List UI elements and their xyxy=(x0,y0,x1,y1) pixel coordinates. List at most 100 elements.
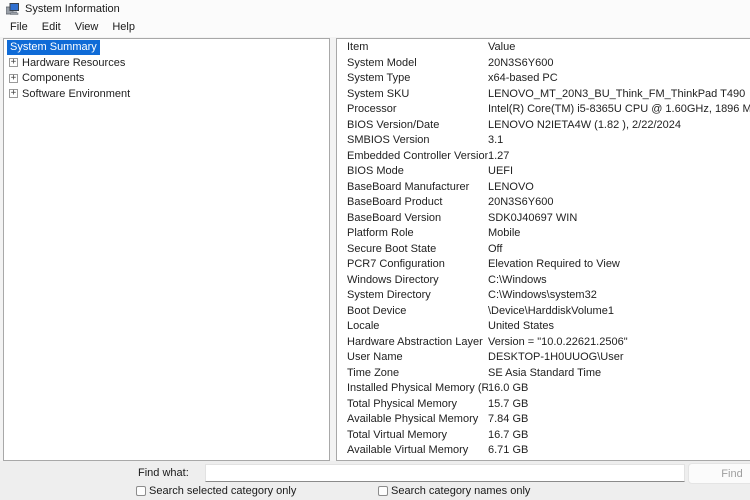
tree-item-label: Software Environment xyxy=(22,88,130,100)
table-row[interactable]: Secure Boot StateOff xyxy=(337,242,750,258)
tree-item-system-summary[interactable]: System Summary xyxy=(7,40,100,55)
value-cell: Version = "10.0.22621.2506" xyxy=(488,335,750,351)
item-cell: Windows Directory xyxy=(347,273,488,289)
value-cell: LENOVO N2IETA4W (1.82 ), 2/22/2024 xyxy=(488,118,750,134)
table-row[interactable]: Time ZoneSE Asia Standard Time xyxy=(337,366,750,382)
menu-item-help[interactable]: Help xyxy=(105,19,142,35)
table-row[interactable]: BIOS ModeUEFI xyxy=(337,164,750,180)
table-row[interactable]: Windows DirectoryC:\Windows xyxy=(337,273,750,289)
table-row[interactable]: BaseBoard VersionSDK0J40697 WIN xyxy=(337,211,750,227)
item-cell: BIOS Version/Date xyxy=(347,118,488,134)
value-cell: 20N3S6Y600 xyxy=(488,56,750,72)
item-cell: BaseBoard Manufacturer xyxy=(347,180,488,196)
item-cell: Total Virtual Memory xyxy=(347,428,488,444)
expand-plus-icon[interactable]: + xyxy=(9,89,18,98)
table-row[interactable]: User NameDESKTOP-1H0UUOG\User xyxy=(337,350,750,366)
value-cell: Intel(R) Core(TM) i5-8365U CPU @ 1.60GHz… xyxy=(488,102,750,118)
item-cell: User Name xyxy=(347,350,488,366)
table-row[interactable]: ProcessorIntel(R) Core(TM) i5-8365U CPU … xyxy=(337,102,750,118)
value-cell: C:\Windows\system32 xyxy=(488,288,750,304)
details-rows: System Model20N3S6Y600System Typex64-bas… xyxy=(337,56,750,459)
tree-item-software-environment[interactable]: + Software Environment xyxy=(4,86,329,102)
table-row[interactable]: LocaleUnited States xyxy=(337,319,750,335)
value-cell: \Device\HarddiskVolume1 xyxy=(488,304,750,320)
item-cell: System Model xyxy=(347,56,488,72)
table-row[interactable]: BIOS Version/DateLENOVO N2IETA4W (1.82 )… xyxy=(337,118,750,134)
search-selected-category-label: Search selected category only xyxy=(149,485,296,497)
window-title: System Information xyxy=(25,3,120,15)
find-input[interactable] xyxy=(205,464,685,482)
item-cell: Embedded Controller Version xyxy=(347,149,488,165)
value-cell: Elevation Required to View xyxy=(488,257,750,273)
value-cell: x64-based PC xyxy=(488,71,750,87)
table-row[interactable]: System DirectoryC:\Windows\system32 xyxy=(337,288,750,304)
table-row[interactable]: Embedded Controller Version1.27 xyxy=(337,149,750,165)
menu-item-file[interactable]: File xyxy=(3,19,35,35)
value-cell: DESKTOP-1H0UUOG\User xyxy=(488,350,750,366)
table-row[interactable]: BaseBoard ManufacturerLENOVO xyxy=(337,180,750,196)
title-bar: System Information xyxy=(0,0,750,17)
table-row[interactable]: System Model20N3S6Y600 xyxy=(337,56,750,72)
table-row[interactable]: Total Virtual Memory16.7 GB xyxy=(337,428,750,444)
item-cell: Available Physical Memory xyxy=(347,412,488,428)
item-cell: BaseBoard Version xyxy=(347,211,488,227)
item-cell: Hardware Abstraction Layer xyxy=(347,335,488,351)
value-cell: LENOVO_MT_20N3_BU_Think_FM_ThinkPad T490 xyxy=(488,87,750,103)
table-row[interactable]: Platform RoleMobile xyxy=(337,226,750,242)
table-row[interactable]: Installed Physical Memory (RA...16.0 GB xyxy=(337,381,750,397)
table-row[interactable]: BaseBoard Product20N3S6Y600 xyxy=(337,195,750,211)
table-row[interactable]: System Typex64-based PC xyxy=(337,71,750,87)
table-row[interactable]: Available Physical Memory7.84 GB xyxy=(337,412,750,428)
item-cell: Platform Role xyxy=(347,226,488,242)
item-cell: Secure Boot State xyxy=(347,242,488,258)
search-selected-category-checkbox[interactable]: Search selected category only xyxy=(136,485,296,497)
table-row[interactable]: SMBIOS Version3.1 xyxy=(337,133,750,149)
expand-plus-icon[interactable]: + xyxy=(9,74,18,83)
value-cell: Mobile xyxy=(488,226,750,242)
find-button[interactable]: Find xyxy=(688,463,750,484)
item-cell: Locale xyxy=(347,319,488,335)
value-cell: C:\Windows xyxy=(488,273,750,289)
value-cell: United States xyxy=(488,319,750,335)
item-cell: Total Physical Memory xyxy=(347,397,488,413)
table-row[interactable]: System SKULENOVO_MT_20N3_BU_Think_FM_Thi… xyxy=(337,87,750,103)
expand-plus-icon[interactable]: + xyxy=(9,58,18,67)
menu-bar: FileEditViewHelp xyxy=(0,17,750,37)
value-cell: 1.27 xyxy=(488,149,750,165)
value-cell: SDK0J40697 WIN xyxy=(488,211,750,227)
column-header-item[interactable]: Item xyxy=(347,40,488,56)
column-header-value[interactable]: Value xyxy=(488,40,750,56)
details-header-row: Item Value xyxy=(337,40,750,56)
item-cell: Processor xyxy=(347,102,488,118)
tree-children: +Hardware Resources+Components+Software … xyxy=(4,55,329,102)
category-tree-panel: System Summary +Hardware Resources+Compo… xyxy=(3,38,330,461)
item-cell: Boot Device xyxy=(347,304,488,320)
value-cell: 3.1 xyxy=(488,133,750,149)
item-cell: Available Virtual Memory xyxy=(347,443,488,459)
search-category-names-checkbox[interactable]: Search category names only xyxy=(378,485,530,497)
checkbox-icon[interactable] xyxy=(136,486,146,496)
item-cell: SMBIOS Version xyxy=(347,133,488,149)
item-cell: Installed Physical Memory (RA... xyxy=(347,381,488,397)
find-bar: Find what: Find Search selected category… xyxy=(0,461,750,500)
menu-item-edit[interactable]: Edit xyxy=(35,19,68,35)
value-cell: 15.7 GB xyxy=(488,397,750,413)
table-row[interactable]: Boot Device\Device\HarddiskVolume1 xyxy=(337,304,750,320)
checkbox-icon[interactable] xyxy=(378,486,388,496)
details-panel: Item Value System Model20N3S6Y600System … xyxy=(336,38,750,461)
value-cell: Off xyxy=(488,242,750,258)
system-information-icon xyxy=(6,3,19,15)
tree-item-label: Components xyxy=(22,72,84,84)
table-row[interactable]: PCR7 ConfigurationElevation Required to … xyxy=(337,257,750,273)
table-row[interactable]: Hardware Abstraction LayerVersion = "10.… xyxy=(337,335,750,351)
menu-item-view[interactable]: View xyxy=(68,19,106,35)
value-cell: 20N3S6Y600 xyxy=(488,195,750,211)
value-cell: 16.7 GB xyxy=(488,428,750,444)
tree-item-components[interactable]: + Components xyxy=(4,71,329,87)
value-cell: SE Asia Standard Time xyxy=(488,366,750,382)
item-cell: System Type xyxy=(347,71,488,87)
tree-item-hardware-resources[interactable]: +Hardware Resources xyxy=(4,55,329,71)
table-row[interactable]: Available Virtual Memory6.71 GB xyxy=(337,443,750,459)
table-row[interactable]: Total Physical Memory15.7 GB xyxy=(337,397,750,413)
item-cell: Time Zone xyxy=(347,366,488,382)
